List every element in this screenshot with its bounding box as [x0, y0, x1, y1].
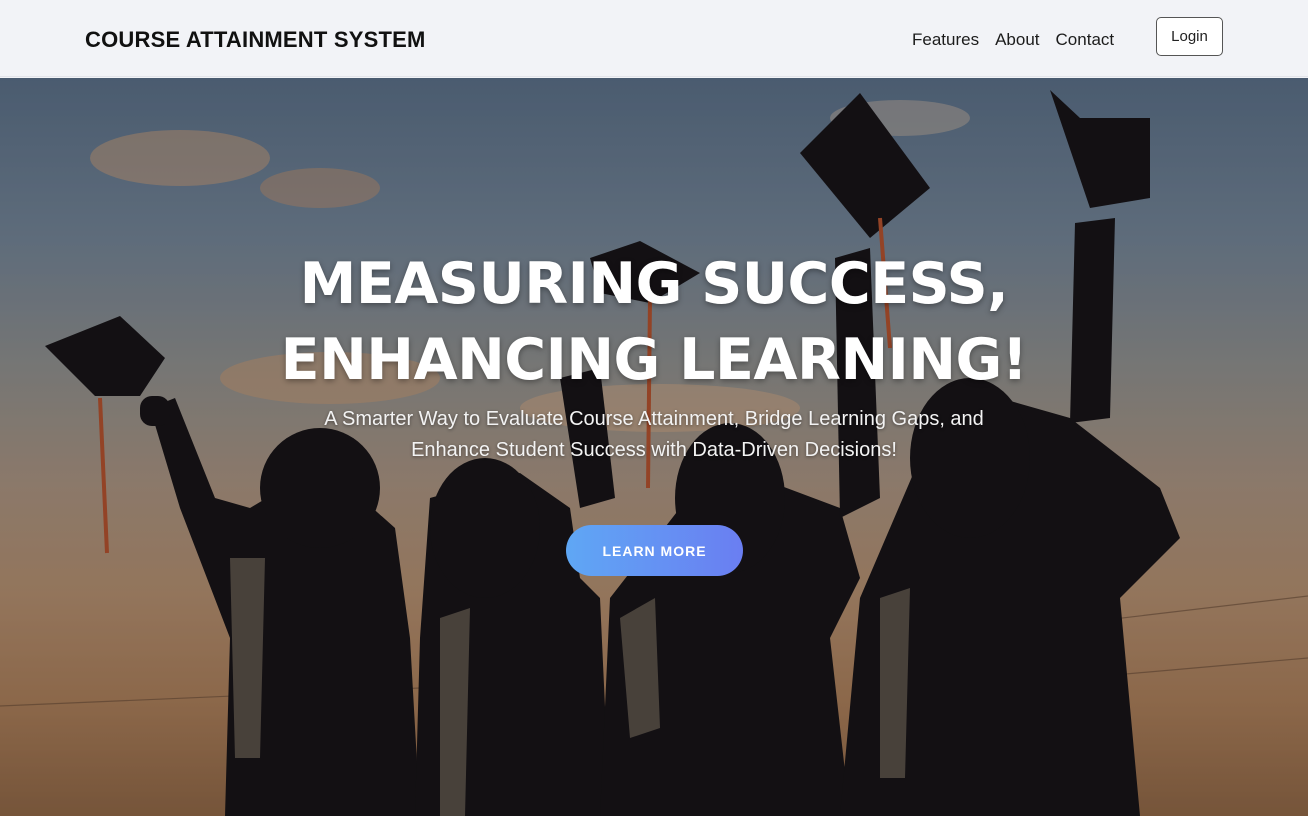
nav-link-features[interactable]: Features	[912, 30, 979, 50]
nav-links: Features About Contact	[912, 30, 1114, 50]
hero-headline-line-2: ENHANCING LEARNING!	[280, 327, 1028, 393]
nav-link-about[interactable]: About	[995, 30, 1039, 50]
login-button[interactable]: Login	[1156, 17, 1223, 56]
hero-headline-line-1: MEASURING SUCCESS,	[299, 251, 1009, 317]
hero-subtext-line-2: Enhance Student Success with Data-Driven…	[411, 439, 897, 461]
hero-subtext-line-1: A Smarter Way to Evaluate Course Attainm…	[324, 408, 984, 430]
hero-headline: MEASURING SUCCESS, ENHANCING LEARNING!	[154, 246, 1154, 398]
top-navbar: COURSE ATTAINMENT SYSTEM Features About …	[0, 0, 1308, 77]
nav-link-contact[interactable]: Contact	[1056, 30, 1115, 50]
learn-more-button[interactable]: LEARN MORE	[566, 525, 743, 576]
hero-subtext: A Smarter Way to Evaluate Course Attainm…	[254, 404, 1054, 466]
brand-logo-text[interactable]: COURSE ATTAINMENT SYSTEM	[85, 27, 426, 53]
hero-section: MEASURING SUCCESS, ENHANCING LEARNING! A…	[0, 78, 1308, 816]
